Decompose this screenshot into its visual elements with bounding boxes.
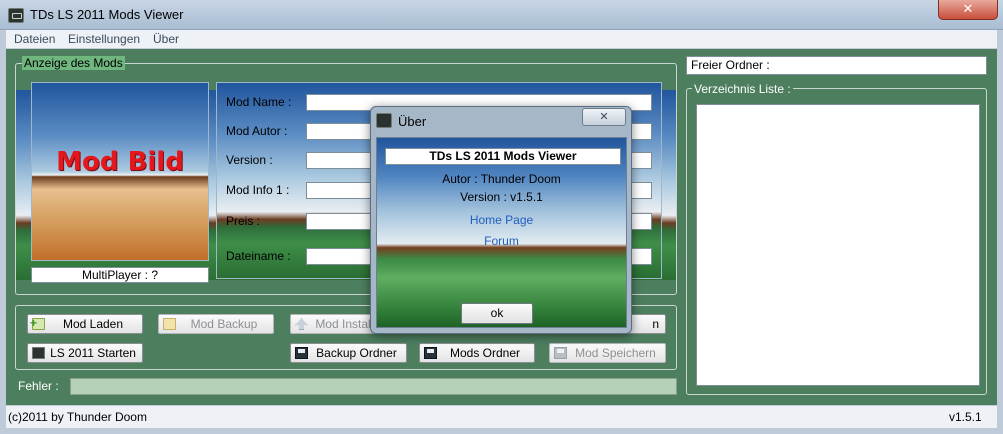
dialog-body	[376, 137, 627, 328]
game-icon	[32, 347, 45, 359]
floppy-disk-icon	[554, 347, 567, 359]
start-ls2011-button[interactable]: LS 2011 Starten	[27, 343, 143, 363]
version-label: Version :	[226, 153, 273, 167]
window-title: TDs LS 2011 Mods Viewer	[30, 7, 184, 22]
dialog-close-button[interactable]: ✕	[582, 108, 626, 126]
install-icon	[295, 318, 308, 330]
mod-install-button[interactable]: Mod Instal	[290, 314, 380, 334]
dialog-author: Autor : Thunder Doom	[442, 172, 561, 186]
menu-bar: Dateien Einstellungen Über	[6, 30, 997, 49]
mod-author-label: Mod Autor :	[226, 124, 288, 138]
mod-info-label: Mod Info 1 :	[226, 183, 290, 197]
forum-link[interactable]: Forum	[376, 234, 627, 248]
price-label: Preis :	[226, 214, 261, 228]
add-mod-icon	[30, 315, 45, 332]
ok-button[interactable]: ok	[461, 303, 533, 324]
mod-group-legend: Anzeige des Mods	[22, 56, 125, 70]
dialog-title: Über	[398, 114, 427, 129]
directory-list[interactable]	[696, 104, 980, 386]
file-name-label: Dateiname :	[226, 249, 291, 263]
mod-image-label: Mod Bild	[56, 147, 184, 177]
backup-folder-button[interactable]: Backup Ordner	[290, 343, 407, 363]
floppy-disk-icon	[424, 347, 437, 359]
home-page-link[interactable]: Home Page	[376, 213, 627, 227]
free-folder-field[interactable]: Freier Ordner :	[686, 56, 987, 75]
window-close-button[interactable]: ✕	[938, 0, 998, 20]
dialog-version: Version : v1.5.1	[460, 190, 543, 204]
dialog-app-name: TDs LS 2011 Mods Viewer	[385, 148, 621, 165]
directory-list-legend: Verzeichnis Liste :	[692, 82, 793, 96]
backup-icon	[163, 318, 176, 330]
menu-einstellungen[interactable]: Einstellungen	[68, 32, 140, 46]
load-mod-button[interactable]: Mod Laden	[27, 314, 143, 334]
status-bar	[6, 405, 997, 428]
menu-dateien[interactable]: Dateien	[14, 32, 55, 46]
error-label: Fehler :	[18, 379, 59, 393]
mod-backup-button[interactable]: Mod Backup	[158, 314, 274, 334]
save-mod-button[interactable]: Mod Speichern	[549, 343, 666, 363]
menu-ueber[interactable]: Über	[153, 32, 179, 46]
copyright-text: (c)2011 by Thunder Doom	[8, 410, 147, 424]
error-field	[70, 378, 677, 395]
mod-name-label: Mod Name :	[226, 95, 292, 109]
app-icon	[8, 8, 24, 23]
version-text: v1.5.1	[949, 410, 982, 424]
dialog-app-icon	[376, 113, 392, 128]
multiplayer-status: MultiPlayer : ?	[31, 267, 209, 283]
mods-folder-button[interactable]: Mods Ordner	[419, 343, 535, 363]
floppy-disk-icon	[295, 347, 308, 359]
